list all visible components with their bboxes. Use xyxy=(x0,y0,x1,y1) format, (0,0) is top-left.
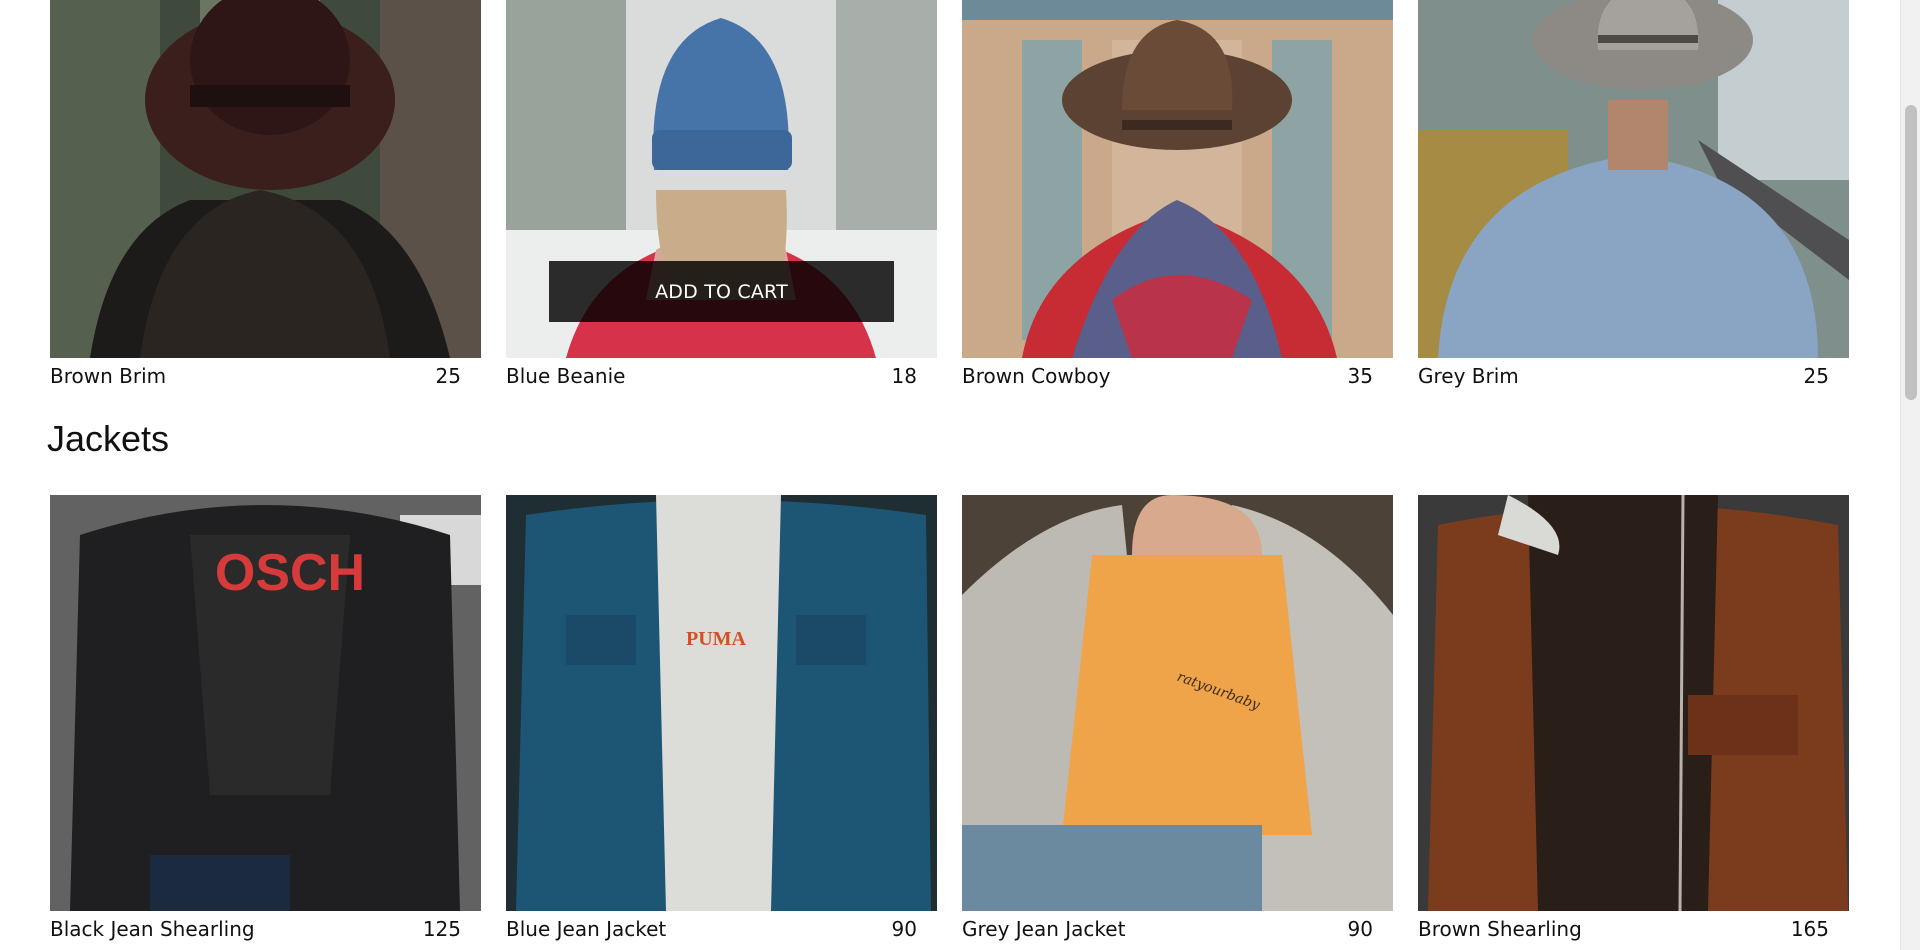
product-image-grey-brim[interactable] xyxy=(1418,0,1849,358)
item-price: 25 xyxy=(435,364,461,388)
item-caption: Black Jean Shearling 125 xyxy=(50,911,481,947)
collection-item[interactable]: ratyourbaby Grey Jean Jacket 90 xyxy=(962,495,1393,947)
product-image-black-jean-shearling[interactable]: OSCH xyxy=(50,495,481,911)
item-price: 90 xyxy=(891,917,917,941)
collection-item[interactable]: PUMA Blue Jean Jacket 90 xyxy=(506,495,937,947)
hats-grid: Brown Brim 25 ADD TO CART Blue Beanie 18… xyxy=(50,0,1850,394)
item-caption: Grey Brim 25 xyxy=(1418,358,1849,394)
item-name: Grey Brim xyxy=(1418,364,1519,388)
collection-item[interactable]: OSCH Black Jean Shearling 125 xyxy=(50,495,481,947)
item-caption: Brown Cowboy 35 xyxy=(962,358,1393,394)
product-image-blue-jean-jacket[interactable]: PUMA xyxy=(506,495,937,911)
item-price: 25 xyxy=(1803,364,1829,388)
section-title-jackets[interactable]: Jackets xyxy=(47,418,169,460)
jackets-grid: OSCH Black Jean Shearling 125 PUMA Blue … xyxy=(50,495,1850,947)
item-price: 90 xyxy=(1347,917,1373,941)
product-image-grey-jean-jacket[interactable]: ratyourbaby xyxy=(962,495,1393,911)
shop-page: Brown Brim 25 ADD TO CART Blue Beanie 18… xyxy=(0,0,1900,950)
item-caption: Blue Jean Jacket 90 xyxy=(506,911,937,947)
item-name: Black Jean Shearling xyxy=(50,917,255,941)
product-image-brown-cowboy[interactable] xyxy=(962,0,1393,358)
item-caption: Brown Shearling 165 xyxy=(1418,911,1849,947)
shirt-print-text: PUMA xyxy=(686,628,747,650)
item-caption: Grey Jean Jacket 90 xyxy=(962,911,1393,947)
item-name: Blue Jean Jacket xyxy=(506,917,667,941)
product-image-brown-shearling[interactable] xyxy=(1418,495,1849,911)
product-image-brown-brim[interactable] xyxy=(50,0,481,358)
item-name: Brown Brim xyxy=(50,364,167,388)
item-name: Blue Beanie xyxy=(506,364,626,388)
collection-item[interactable]: Brown Shearling 165 xyxy=(1418,495,1849,947)
item-name: Brown Shearling xyxy=(1418,917,1582,941)
item-caption: Blue Beanie 18 xyxy=(506,358,937,394)
collection-item[interactable]: Grey Brim 25 xyxy=(1418,0,1849,394)
item-name: Grey Jean Jacket xyxy=(962,917,1126,941)
item-price: 125 xyxy=(422,917,461,941)
product-image-blue-beanie[interactable]: ADD TO CART xyxy=(506,0,937,358)
collection-item[interactable]: ADD TO CART Blue Beanie 18 xyxy=(506,0,937,394)
scrollbar-thumb[interactable] xyxy=(1905,105,1917,400)
add-to-cart-button[interactable]: ADD TO CART xyxy=(549,261,894,322)
shirt-print-text: OSCH xyxy=(215,544,365,602)
item-name: Brown Cowboy xyxy=(962,364,1111,388)
collection-item[interactable]: Brown Brim 25 xyxy=(50,0,481,394)
item-price: 18 xyxy=(891,364,917,388)
vertical-scrollbar[interactable] xyxy=(1900,0,1920,950)
collection-item[interactable]: Brown Cowboy 35 xyxy=(962,0,1393,394)
item-caption: Brown Brim 25 xyxy=(50,358,481,394)
item-price: 165 xyxy=(1790,917,1829,941)
item-price: 35 xyxy=(1347,364,1373,388)
